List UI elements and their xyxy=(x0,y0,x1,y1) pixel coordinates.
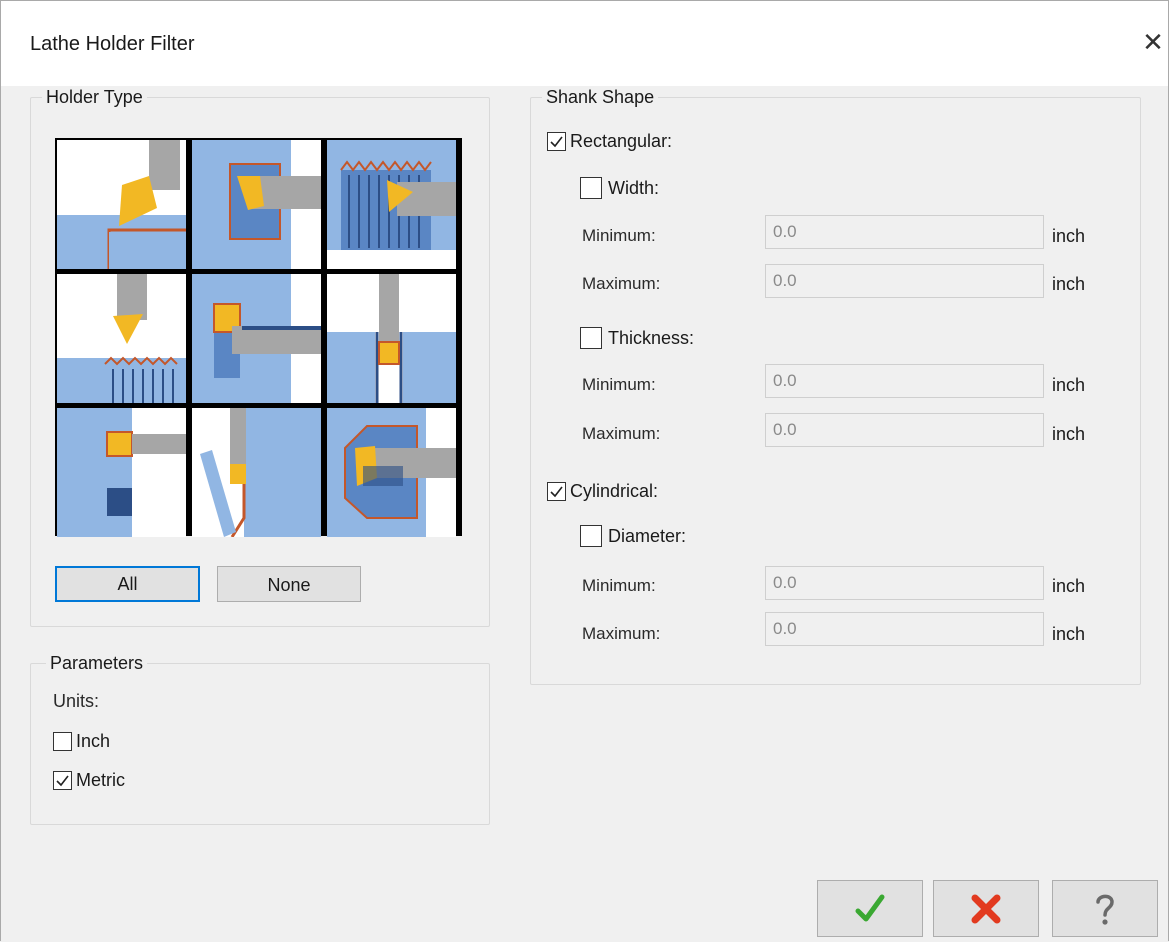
cylindrical-checkbox[interactable] xyxy=(547,481,566,501)
thickness-max-input[interactable]: 0.0 xyxy=(765,413,1044,447)
holder-tile-id-boring-bar[interactable] xyxy=(327,408,456,537)
metric-checkbox-row[interactable]: Metric xyxy=(53,768,125,792)
width-max-input[interactable]: 0.0 xyxy=(765,264,1044,298)
width-label: Width: xyxy=(608,177,660,198)
green-checkmark-icon xyxy=(855,894,885,921)
thickness-max-label: Maximum: xyxy=(582,424,661,443)
width-max-label: Maximum: xyxy=(582,274,661,293)
rectangular-checkbox-row[interactable]: Rectangular: xyxy=(547,129,672,153)
thickness-max-unit: inch xyxy=(1052,424,1086,444)
thickness-checkbox-row[interactable]: Thickness: xyxy=(580,326,694,350)
all-button[interactable]: All xyxy=(55,566,200,602)
thickness-min-input[interactable]: 0.0 xyxy=(765,364,1044,398)
cancel-button[interactable] xyxy=(933,880,1039,937)
metric-checkbox[interactable] xyxy=(53,770,72,790)
none-button[interactable]: None xyxy=(217,566,361,602)
holder-tile-general-turning[interactable] xyxy=(57,140,186,269)
holder-tile-od-threading[interactable] xyxy=(327,140,456,269)
checkmark-icon xyxy=(550,136,563,147)
diameter-min-unit: inch xyxy=(1052,576,1086,596)
thickness-checkbox[interactable] xyxy=(580,327,602,349)
width-checkbox[interactable] xyxy=(580,177,602,199)
thickness-min-unit: inch xyxy=(1052,375,1086,395)
help-button[interactable] xyxy=(1052,880,1158,937)
parameters-title: Parameters xyxy=(46,653,148,674)
diameter-max-label: Maximum: xyxy=(582,624,661,643)
holder-tile-grooving[interactable] xyxy=(327,274,456,403)
rectangular-label: Rectangular: xyxy=(570,130,673,151)
width-min-unit: inch xyxy=(1052,226,1086,246)
inch-checkbox[interactable] xyxy=(53,731,72,751)
inch-checkbox-row[interactable]: Inch xyxy=(53,729,110,753)
holder-tile-cut-off[interactable] xyxy=(192,408,321,537)
holder-type-grid xyxy=(55,138,462,537)
shank-shape-title: Shank Shape xyxy=(542,87,659,108)
holder-tile-face-parting[interactable] xyxy=(57,408,186,537)
holder-tile-id-threading[interactable] xyxy=(57,274,186,403)
thickness-label: Thickness: xyxy=(608,327,695,348)
holder-tile-boring[interactable] xyxy=(192,274,321,403)
width-min-label: Minimum: xyxy=(582,226,656,245)
ok-button[interactable] xyxy=(817,880,923,937)
units-label: Units: xyxy=(53,691,100,711)
red-x-icon xyxy=(971,894,1001,923)
diameter-min-label: Minimum: xyxy=(582,576,656,595)
checkmark-icon xyxy=(56,775,69,786)
width-min-input[interactable]: 0.0 xyxy=(765,215,1044,249)
diameter-label: Diameter: xyxy=(608,525,687,546)
checkmark-icon xyxy=(550,486,563,497)
close-icon[interactable]: ✕ xyxy=(1139,25,1167,59)
diameter-checkbox-row[interactable]: Diameter: xyxy=(580,524,686,548)
question-mark-icon xyxy=(1096,894,1114,925)
cylindrical-label: Cylindrical: xyxy=(570,480,659,501)
rectangular-checkbox[interactable] xyxy=(547,131,566,151)
thickness-min-label: Minimum: xyxy=(582,375,656,394)
width-max-unit: inch xyxy=(1052,274,1086,294)
diameter-checkbox[interactable] xyxy=(580,525,602,547)
holder-tile-face-grooving[interactable] xyxy=(192,140,321,269)
width-checkbox-row[interactable]: Width: xyxy=(580,176,659,200)
cylindrical-checkbox-row[interactable]: Cylindrical: xyxy=(547,479,658,503)
metric-label: Metric xyxy=(76,769,125,790)
title-bar: Lathe Holder Filter ✕ xyxy=(1,1,1168,86)
window-title: Lathe Holder Filter xyxy=(30,33,195,55)
holder-type-title: Holder Type xyxy=(42,87,147,108)
diameter-max-input[interactable]: 0.0 xyxy=(765,612,1044,646)
inch-label: Inch xyxy=(76,730,111,751)
diameter-max-unit: inch xyxy=(1052,624,1086,644)
diameter-min-input[interactable]: 0.0 xyxy=(765,566,1044,600)
